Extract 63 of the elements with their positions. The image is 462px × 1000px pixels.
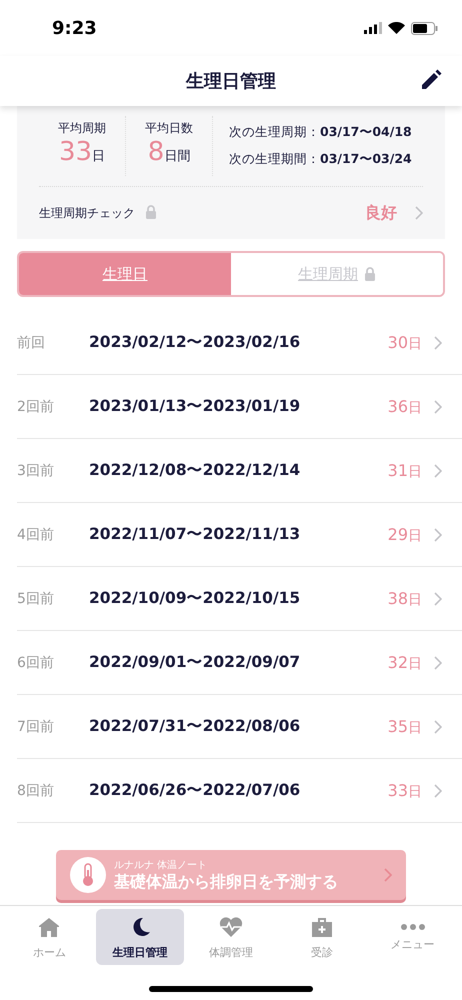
- status-time: 9:23: [52, 18, 97, 38]
- lock-icon: [145, 204, 157, 218]
- cycle-days: 32 日: [388, 652, 422, 672]
- banner-subtitle: ルナルナ 体温ノート: [114, 858, 208, 872]
- nav-tab[interactable]: 生理日管理: [96, 909, 184, 965]
- cycle-days: 30 日: [388, 332, 422, 352]
- pencil-icon: [420, 69, 442, 91]
- chevron-icon: [434, 784, 442, 798]
- row-label: 前回: [17, 334, 46, 352]
- stat-value: 33 日: [58, 137, 106, 169]
- chevron-icon: [434, 656, 442, 670]
- stat-label: 平均周期: [58, 120, 106, 137]
- stat-label: 平均日数: [145, 120, 193, 137]
- prediction-text: 次の生理期間：03/17〜03/24: [229, 151, 412, 168]
- battery-icon: [411, 22, 438, 34]
- cycle-days: 33 日: [388, 780, 422, 800]
- history-row[interactable]: 前回 2023/02/12〜2023/02/16 30 日: [17, 311, 462, 375]
- lock-icon: [364, 267, 376, 281]
- history-row[interactable]: 6回前 2022/09/01〜2022/09/07 32 日: [17, 631, 462, 695]
- row-label: 3回前: [17, 462, 55, 480]
- more-icon: [400, 922, 426, 930]
- cycle-days: 31 日: [388, 460, 422, 480]
- stat-value: 8 日間: [148, 137, 190, 169]
- history-row[interactable]: 8回前 2022/06/26〜2022/07/06 33 日: [17, 759, 462, 823]
- row-label: 4回前: [17, 526, 55, 544]
- chevron-icon: [434, 720, 442, 734]
- date-range: 2023/01/13〜2023/01/19: [89, 396, 300, 417]
- wifi-icon: [388, 22, 405, 34]
- chevron-icon: [384, 868, 392, 882]
- row-label: 8回前: [17, 782, 55, 800]
- history-row[interactable]: 7回前 2022/07/31〜2022/08/06 35 日: [17, 695, 462, 759]
- row-label: 2回前: [17, 398, 55, 416]
- chevron-icon: [434, 400, 442, 414]
- row-label: 7回前: [17, 718, 55, 736]
- history-row[interactable]: 4回前 2022/11/07〜2022/11/13 29 日: [17, 503, 462, 567]
- signal-icon: [364, 22, 382, 34]
- date-range: 2022/07/31〜2022/08/06: [89, 716, 300, 737]
- row-label: 5回前: [17, 590, 55, 608]
- history-row[interactable]: 2回前 2023/01/13〜2023/01/19 36 日: [17, 375, 462, 439]
- heart-pulse-icon: [218, 914, 244, 938]
- cycle-days: 36 日: [388, 396, 422, 416]
- date-range: 2023/02/12〜2023/02/16: [89, 332, 300, 353]
- prediction-text: 次の生理周期：03/17〜04/18: [229, 124, 412, 141]
- date-range: 2022/06/26〜2022/07/06: [89, 780, 300, 801]
- cycle-days: 38 日: [388, 588, 422, 608]
- chevron-icon: [415, 206, 423, 220]
- row-label: 6回前: [17, 654, 55, 672]
- date-range: 2022/12/08〜2022/12/14: [89, 460, 300, 481]
- thermometer-icon: [70, 857, 106, 893]
- chevron-icon: [434, 464, 442, 478]
- history-row[interactable]: 5回前 2022/10/09〜2022/10/15 38 日: [17, 567, 462, 631]
- page-title: 生理日管理: [186, 70, 276, 93]
- history-row[interactable]: 3回前 2022/12/08〜2022/12/14 31 日: [17, 439, 462, 503]
- chevron-icon: [434, 528, 442, 542]
- date-range: 2022/10/09〜2022/10/15: [89, 588, 300, 609]
- banner-title: 基礎体温から排卵日を予測する: [114, 872, 339, 892]
- date-range: 2022/11/07〜2022/11/13: [89, 524, 300, 545]
- cycle-days: 35 日: [388, 716, 422, 736]
- check-label: 生理周期チェック: [39, 204, 135, 222]
- chevron-icon: [434, 592, 442, 606]
- cycle-days: 29 日: [388, 524, 422, 544]
- date-range: 2022/09/01〜2022/09/07: [89, 652, 300, 673]
- chevron-icon: [434, 336, 442, 350]
